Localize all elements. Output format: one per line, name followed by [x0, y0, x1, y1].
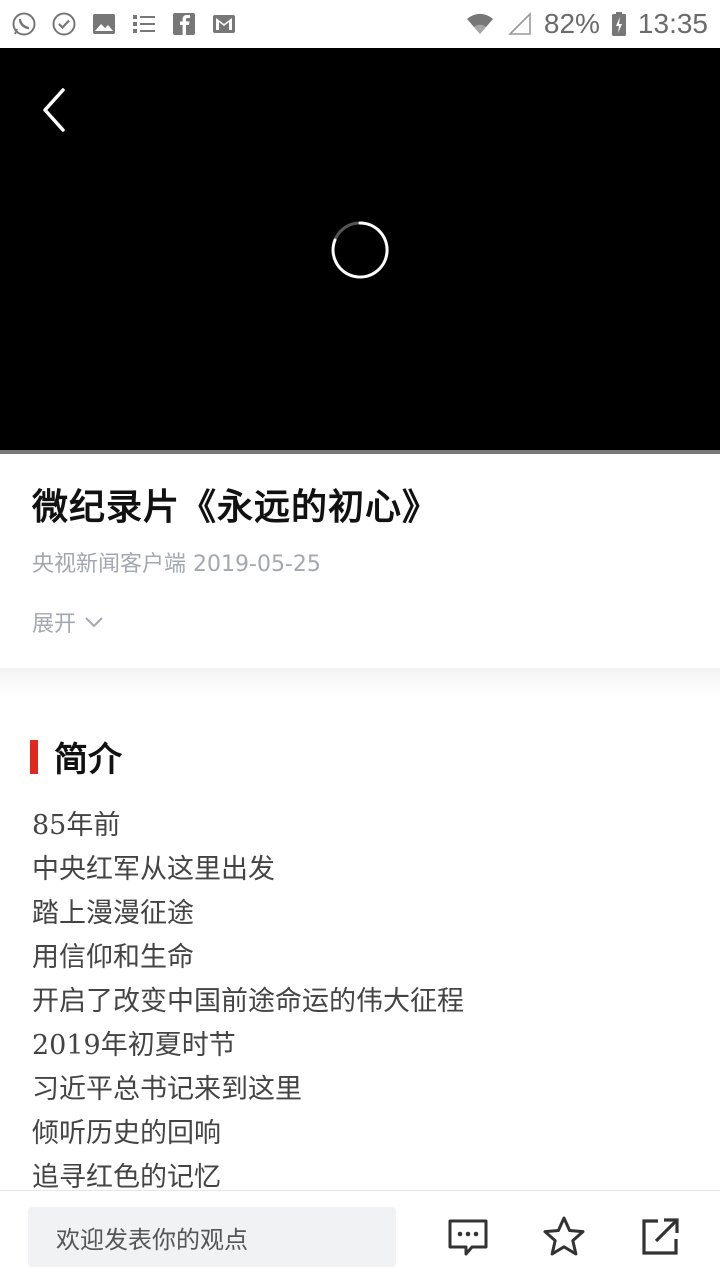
- intro-line: 踏上漫漫征途: [32, 898, 194, 929]
- check-circle-icon: [50, 10, 78, 38]
- clock: 13:35: [637, 8, 708, 39]
- back-button[interactable]: [30, 86, 78, 134]
- list-icon: [130, 10, 158, 38]
- expand-button[interactable]: 展开: [32, 606, 104, 638]
- article-meta: 央视新闻客户端 2019-05-25: [32, 546, 321, 578]
- section-divider: [0, 668, 720, 698]
- share-button[interactable]: [636, 1213, 684, 1261]
- section-accent-bar: [30, 739, 38, 774]
- article-title: 微纪录片《永远的初心》: [32, 486, 440, 528]
- video-player[interactable]: [0, 48, 720, 450]
- battery-icon: [610, 10, 628, 38]
- intro-line: 用信仰和生命: [32, 942, 194, 973]
- intro-text: 85年前 中央红军从这里出发 踏上漫漫征途 用信仰和生命 开启了改变中国前途命运…: [32, 804, 692, 1190]
- intro-line: 85年前: [32, 810, 121, 841]
- system-status: 82% 13:35: [464, 8, 708, 40]
- article-date: 2019-05-25: [193, 552, 321, 577]
- facebook-icon: [170, 10, 198, 38]
- loading-spinner-icon: [330, 220, 390, 280]
- whatsapp-icon: [10, 10, 38, 38]
- intro-heading: 简介: [54, 740, 122, 780]
- image-icon: [90, 10, 118, 38]
- expand-label: 展开: [32, 612, 77, 637]
- notification-icons: [10, 10, 238, 38]
- status-bar: 82% 13:35: [0, 0, 720, 48]
- comment-icon: [448, 1219, 488, 1256]
- chevron-down-icon: [85, 617, 103, 628]
- share-icon: [642, 1218, 679, 1255]
- wifi-icon: [464, 10, 496, 38]
- favorite-button[interactable]: [540, 1213, 588, 1261]
- intro-line: 开启了改变中国前途命运的伟大征程: [32, 986, 464, 1017]
- article-source: 央视新闻客户端: [32, 552, 187, 577]
- player-progress-track: [0, 450, 720, 454]
- chevron-left-icon: [43, 88, 65, 132]
- intro-line: 倾听历史的回响: [32, 1118, 221, 1149]
- bottom-action-bar: 欢迎发表你的观点: [0, 1190, 720, 1280]
- comment-button[interactable]: [444, 1213, 492, 1261]
- battery-percent: 82%: [543, 8, 600, 39]
- intro-line: 追寻红色的记忆: [32, 1162, 221, 1190]
- comment-placeholder: 欢迎发表你的观点: [56, 1225, 248, 1254]
- signal-icon: [506, 10, 534, 38]
- intro-line: 习近平总书记来到这里: [32, 1074, 302, 1105]
- intro-header: 简介: [30, 732, 122, 781]
- comment-input[interactable]: 欢迎发表你的观点: [28, 1207, 396, 1267]
- star-icon: [543, 1216, 585, 1256]
- intro-line: 中央红军从这里出发: [32, 854, 275, 885]
- gmail-icon: [210, 10, 238, 38]
- intro-line: 2019年初夏时节: [32, 1030, 236, 1061]
